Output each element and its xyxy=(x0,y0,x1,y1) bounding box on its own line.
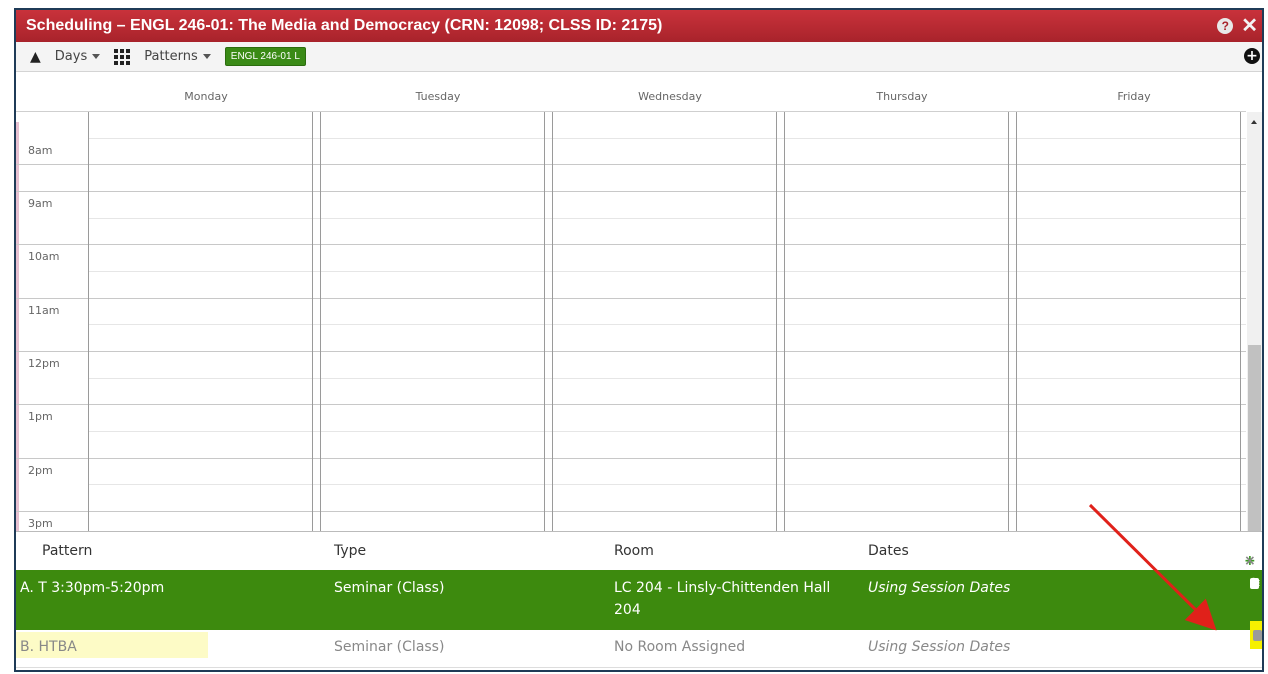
course-badge[interactable]: ENGL 246-01 L xyxy=(224,47,306,66)
day-header-thursday: Thursday xyxy=(876,90,928,103)
toolbar: ▲ Days Patterns ENGL 246-01 L + xyxy=(16,42,1262,72)
days-dropdown[interactable]: Days xyxy=(54,49,101,64)
room-cell-line2: 204 xyxy=(614,602,641,618)
column-divider xyxy=(552,112,553,531)
calendar-grid[interactable]: 8am 9am 10am 11am 12pm 1pm 2pm 3pm xyxy=(16,112,1246,531)
grid-line xyxy=(88,484,1246,485)
grid-line xyxy=(16,458,1246,459)
dates-cell: Using Session Dates xyxy=(868,580,1011,596)
table-row[interactable]: A. T 3:30pm-5:20pm Seminar (Class) LC 20… xyxy=(16,570,1262,630)
room-cell: LC 204 - Linsly-Chittenden Hall xyxy=(614,580,831,596)
chevron-down-icon xyxy=(202,54,211,59)
grid-line xyxy=(88,378,1246,379)
column-divider xyxy=(784,112,785,531)
column-divider xyxy=(1016,112,1017,531)
grid-line xyxy=(16,244,1246,245)
time-label: 8am xyxy=(28,144,53,157)
column-divider xyxy=(1008,112,1009,531)
pattern-cell: A. T 3:30pm-5:20pm xyxy=(20,580,165,596)
trash-highlight xyxy=(1250,621,1262,649)
time-label: 9am xyxy=(28,197,53,210)
scroll-up-icon[interactable] xyxy=(1251,120,1257,124)
fire-icon[interactable]: ▲ xyxy=(30,49,41,65)
grid-line xyxy=(88,431,1246,432)
dates-cell: Using Session Dates xyxy=(868,639,1011,655)
grid-line xyxy=(16,164,1246,165)
grid-line xyxy=(88,138,1246,139)
column-divider xyxy=(544,112,545,531)
time-label: 1pm xyxy=(28,410,53,423)
day-header-friday: Friday xyxy=(1117,90,1151,103)
grid-line xyxy=(88,324,1246,325)
day-header-row: Monday Tuesday Wednesday Thursday Friday xyxy=(16,72,1246,112)
column-header-pattern: Pattern xyxy=(42,543,93,559)
column-header-type: Type xyxy=(334,543,367,559)
grid-line xyxy=(16,191,1246,192)
table-row[interactable]: B. HTBA Seminar (Class) No Room Assigned… xyxy=(16,621,1262,668)
grid-line xyxy=(16,511,1246,512)
help-icon[interactable]: ? xyxy=(1217,18,1234,34)
room-cell: No Room Assigned xyxy=(614,639,746,655)
day-header-monday: Monday xyxy=(184,90,228,103)
patterns-dropdown[interactable]: Patterns xyxy=(144,49,211,64)
time-label: 12pm xyxy=(28,357,60,370)
grid-line xyxy=(16,351,1246,352)
trash-icon[interactable] xyxy=(1250,577,1259,589)
day-header-tuesday: Tuesday xyxy=(415,90,461,103)
column-divider xyxy=(312,112,313,531)
grid-line xyxy=(16,298,1246,299)
column-divider xyxy=(1240,112,1241,531)
patterns-table: Pattern Type Room Dates + × A. T 3:30pm-… xyxy=(16,531,1262,670)
table-header: Pattern Type Room Dates + × xyxy=(16,532,1262,570)
column-header-room: Room xyxy=(614,543,654,559)
scheduling-dialog: Scheduling – ENGL 246-01: The Media and … xyxy=(14,8,1264,672)
days-label: Days xyxy=(54,49,88,64)
type-cell: Seminar (Class) xyxy=(334,580,445,596)
day-header-wednesday: Wednesday xyxy=(638,90,702,103)
dialog-title: Scheduling – ENGL 246-01: The Media and … xyxy=(26,17,663,34)
column-divider xyxy=(88,112,89,531)
remove-all-icon[interactable]: × xyxy=(1244,553,1256,569)
grid-icon[interactable] xyxy=(114,48,131,65)
column-divider xyxy=(776,112,777,531)
time-label: 10am xyxy=(28,250,60,263)
pattern-cell: B. HTBA xyxy=(20,639,77,655)
grid-line xyxy=(88,271,1246,272)
time-label: 3pm xyxy=(28,517,53,530)
title-bar: Scheduling – ENGL 246-01: The Media and … xyxy=(16,10,1262,42)
grid-line xyxy=(88,218,1246,219)
time-label: 11am xyxy=(28,304,60,317)
column-divider xyxy=(320,112,321,531)
column-header-dates: Dates xyxy=(868,543,909,559)
patterns-label: Patterns xyxy=(144,49,198,64)
chevron-down-icon xyxy=(92,54,101,59)
calendar-scrollbar[interactable] xyxy=(1247,112,1262,531)
trash-icon[interactable] xyxy=(1252,629,1262,641)
type-cell: Seminar (Class) xyxy=(334,639,445,655)
time-label: 2pm xyxy=(28,464,53,477)
scrollbar-thumb[interactable] xyxy=(1248,345,1261,531)
grid-line xyxy=(16,404,1246,405)
add-circle-icon[interactable]: + xyxy=(1244,48,1260,64)
close-icon[interactable]: ✕ xyxy=(1241,16,1258,36)
